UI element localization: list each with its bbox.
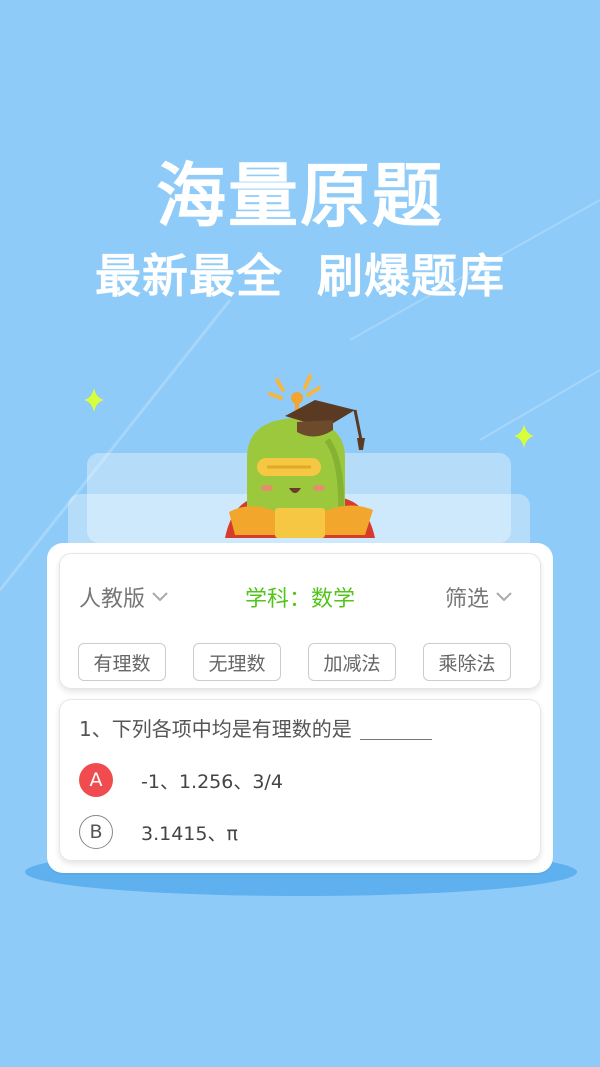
filter-label: 筛选	[445, 587, 490, 612]
edition-label: 人教版	[79, 587, 146, 612]
question-panel: 1、下列各项中均是有理数的是 A -1、1.256、3/4 B 3.1415、π	[59, 699, 541, 861]
sparkle-icon	[514, 424, 534, 448]
tag-irrational[interactable]: 无理数	[193, 643, 281, 681]
option-a[interactable]: A -1、1.256、3/4	[79, 763, 283, 797]
answer-blank	[359, 739, 432, 740]
promo-headline: 海量原题	[156, 155, 444, 237]
promo-subline: 最新最全 刷爆题库	[94, 249, 506, 303]
mascot-illustration	[225, 374, 375, 538]
filter-panel: 学科：数学 人教版 筛选 有理数 无理数 加减法 乘除法	[59, 553, 541, 689]
filter-dropdown[interactable]: 筛选	[445, 581, 513, 613]
option-a-marker: A	[79, 763, 113, 797]
question-text: 1、下列各项中均是有理数的是	[79, 717, 352, 741]
tag-multiply-divide[interactable]: 乘除法	[423, 643, 511, 681]
tag-rational[interactable]: 有理数	[78, 643, 166, 681]
question-stem: 1、下列各项中均是有理数的是	[79, 713, 529, 742]
option-b[interactable]: B 3.1415、π	[79, 815, 238, 849]
option-a-text: -1、1.256、3/4	[141, 770, 283, 793]
option-b-marker: B	[79, 815, 113, 849]
tag-add-subtract[interactable]: 加减法	[308, 643, 396, 681]
chevron-down-icon	[496, 592, 512, 602]
question-card: 学科：数学 人教版 筛选 有理数 无理数 加减法 乘除法 1、下列各项中均是有理…	[47, 543, 553, 873]
option-b-text: 3.1415、π	[141, 822, 238, 845]
sparkle-icon	[84, 388, 104, 412]
edition-dropdown[interactable]: 人教版	[79, 581, 169, 613]
filter-row: 学科：数学 人教版 筛选	[59, 581, 541, 615]
chevron-down-icon	[152, 592, 168, 602]
